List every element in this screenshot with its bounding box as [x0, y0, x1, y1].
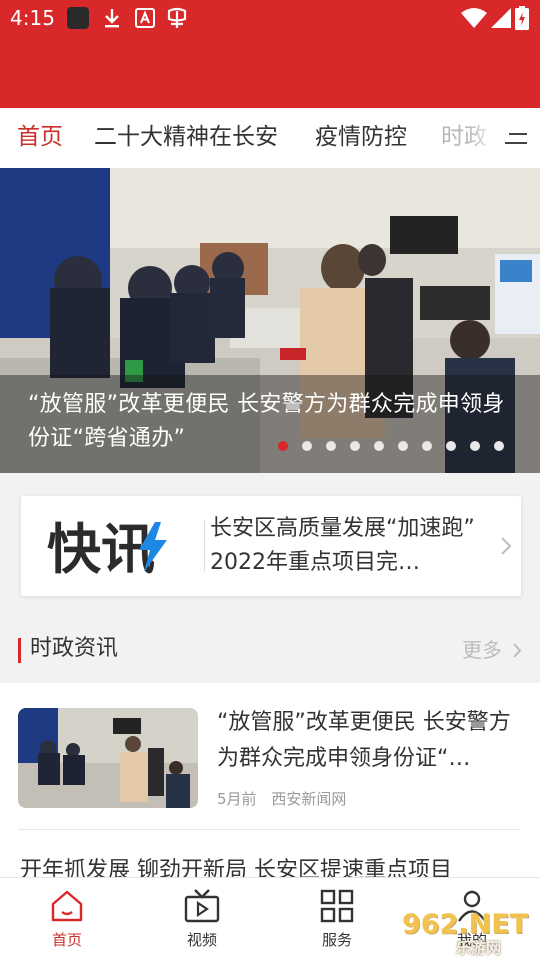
- battery-icon: [515, 6, 529, 30]
- download-icon: [101, 7, 123, 29]
- more-link[interactable]: 更多: [462, 637, 502, 663]
- flash-news-section: 快讯 长安区高质量发展“加速跑” 2022年重点项目完…: [0, 478, 540, 614]
- app-square-icon: [67, 7, 89, 29]
- section-header: 时政资讯 更多: [0, 617, 540, 683]
- news-list: “放管服”改革更便民 长安警方为群众完成申领身份证“… 5月前 西安新闻网 开年…: [0, 683, 540, 877]
- news-divider: [18, 829, 520, 830]
- section-title: 时政资讯: [30, 636, 119, 661]
- pagination-dot[interactable]: [278, 441, 288, 451]
- top-header: 4:15: [0, 0, 540, 108]
- pagination-dot[interactable]: [470, 441, 480, 451]
- nav-service[interactable]: 服务: [297, 878, 377, 960]
- news-source: 西安新闻网: [271, 790, 347, 808]
- banner-carousel[interactable]: “放管服”改革更便民 长安警方为群众完成申领身份证“跨省通办”: [0, 168, 540, 473]
- tab-epidemic-control[interactable]: 疫情防控: [315, 122, 407, 152]
- channel-tab-bar: 首页 二十大精神在长安 疫情防控 时政: [0, 108, 540, 168]
- nav-video-label: 视频: [186, 931, 217, 949]
- bug-icon: [165, 7, 189, 29]
- grid-icon: [320, 889, 354, 923]
- tab-fade: [468, 108, 508, 168]
- nav-video[interactable]: 视频: [162, 878, 242, 960]
- home-icon: [51, 890, 83, 922]
- signal-icon: [490, 7, 512, 29]
- status-time: 4:15: [10, 6, 55, 30]
- wifi-icon: [460, 7, 488, 29]
- banner-pagination: [278, 441, 518, 451]
- video-icon: [184, 889, 220, 923]
- news-thumbnail[interactable]: [18, 708, 198, 808]
- flash-headline[interactable]: 长安区高质量发展“加速跑” 2022年重点项目完…: [210, 512, 492, 580]
- chevron-right-icon: [501, 537, 512, 555]
- flash-logo: 快讯: [47, 518, 167, 576]
- pagination-dot[interactable]: [302, 441, 312, 451]
- flash-divider: [204, 520, 205, 572]
- pagination-dot[interactable]: [446, 441, 456, 451]
- pagination-dot[interactable]: [494, 441, 504, 451]
- text-a-icon: [135, 7, 155, 29]
- menu-icon[interactable]: [505, 128, 531, 150]
- pagination-dot[interactable]: [350, 441, 360, 451]
- status-bar: 4:15: [0, 0, 540, 38]
- pagination-dot[interactable]: [422, 441, 432, 451]
- nav-service-label: 服务: [321, 931, 352, 949]
- flash-news-card[interactable]: 快讯 长安区高质量发展“加速跑” 2022年重点项目完…: [21, 496, 521, 596]
- pagination-dot[interactable]: [398, 441, 408, 451]
- tab-twentieth-congress[interactable]: 二十大精神在长安: [94, 122, 278, 152]
- news-meta: 5月前 西安新闻网: [217, 789, 356, 809]
- pagination-dot[interactable]: [326, 441, 336, 451]
- nav-home[interactable]: 首页: [27, 878, 107, 960]
- pagination-dot[interactable]: [374, 441, 384, 451]
- nav-home-label: 首页: [51, 931, 82, 949]
- news-title[interactable]: “放管服”改革更便民 长安警方为群众完成申领身份证“…: [217, 705, 522, 777]
- tab-home[interactable]: 首页: [17, 122, 63, 152]
- section-marker: [18, 638, 21, 663]
- app-screen: 4:15 首页 二十大精神在长安 疫情防控 时政 “放管服”改革更便民 长安警方…: [0, 0, 540, 960]
- watermark-text: 962.NET: [402, 909, 529, 940]
- chevron-right-icon[interactable]: [512, 642, 522, 659]
- news-title[interactable]: 开年抓发展 铆劲开新局 长安区提速重点项目: [20, 853, 540, 877]
- news-time: 5月前: [217, 790, 257, 808]
- watermark: 962.NET 乐游网: [398, 907, 538, 957]
- flash-logo-text: 快讯: [47, 518, 155, 576]
- watermark-sub: 乐游网: [456, 939, 502, 957]
